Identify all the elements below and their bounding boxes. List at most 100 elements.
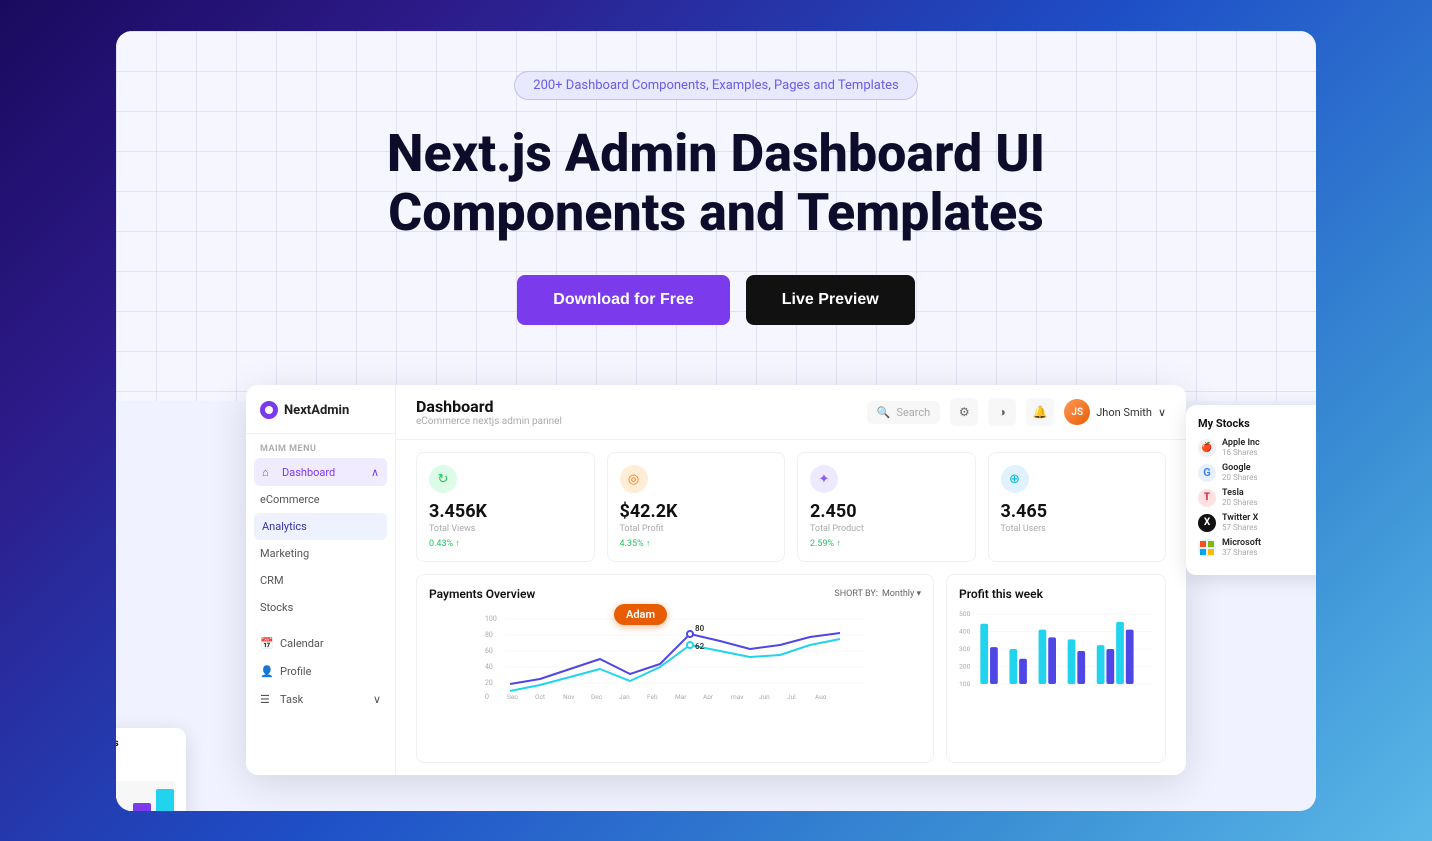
topbar: Dashboard eCommerce nextjs admin pannel … xyxy=(396,385,1186,440)
stock-item: Microsoft 37 Shares $410.50 -0.88% xyxy=(1198,538,1316,557)
shortby-select[interactable]: Monthly ▾ xyxy=(882,589,921,599)
sidebar-item-profile[interactable]: 👤 Profile xyxy=(246,657,395,685)
stat-change-profit: 4.35% ↑ xyxy=(620,538,773,549)
search-box[interactable]: 🔍 Search xyxy=(867,401,941,424)
preview-button[interactable]: Live Preview xyxy=(746,275,915,325)
svg-text:100: 100 xyxy=(959,680,971,688)
profit-bar-chart: 500 400 300 200 100 xyxy=(959,605,1153,695)
sidebar-item-stocks[interactable]: Stocks xyxy=(246,594,395,621)
svg-text:Sep: Sep xyxy=(507,693,518,699)
hero-title-line2: Components and Templates xyxy=(388,182,1044,243)
home-icon: ⌂ xyxy=(262,465,276,479)
chevron-down-icon: ∨ xyxy=(1158,406,1166,419)
chevron-up-icon: ∧ xyxy=(371,466,379,479)
svg-text:Jul: Jul xyxy=(787,693,796,699)
campaign-bar-bg xyxy=(116,781,176,811)
calendar-icon: 📅 xyxy=(260,636,274,650)
stocks-title: My Stocks Short by ▾ xyxy=(1198,417,1316,430)
stock-info-apple: Apple Inc 16 Shares xyxy=(1222,438,1316,457)
stats-row: ↻ 3.456K Total Views 0.43% ↑ ◎ $42.2K To… xyxy=(396,440,1186,574)
hero-buttons: Download for Free Live Preview xyxy=(136,275,1296,325)
stock-logo-microsoft xyxy=(1198,539,1216,557)
notification-icon-button[interactable]: 🔔 xyxy=(1026,398,1054,426)
stat-card-users: ⊕ 3.465 Total Users xyxy=(988,452,1167,562)
dashboard-wrapper: My Stocks Short by ▾ 🍎 Apple Inc 16 Shar… xyxy=(116,385,1316,810)
svg-text:40: 40 xyxy=(485,663,493,671)
stock-logo-tesla: T xyxy=(1198,489,1216,507)
stat-value-profit: $42.2K xyxy=(620,501,773,522)
profit-chart-title: Profit this week xyxy=(959,587,1153,601)
svg-text:Aug: Aug xyxy=(815,693,827,699)
stat-value-product: 2.450 xyxy=(810,501,963,522)
settings-icon-button[interactable]: ⚙ xyxy=(950,398,978,426)
download-button[interactable]: Download for Free xyxy=(517,275,729,325)
stock-item: 🍎 Apple Inc 16 Shares $410.50 -0.40% xyxy=(1198,438,1316,457)
sidebar-item-marketing[interactable]: Marketing xyxy=(246,540,395,567)
stat-value-users: 3.465 xyxy=(1001,501,1154,522)
profit-icon: ◎ xyxy=(620,465,648,493)
stat-card-views: ↻ 3.456K Total Views 0.43% ↑ xyxy=(416,452,595,562)
topbar-title: Dashboard eCommerce nextjs admin pannel xyxy=(416,397,562,427)
payments-chart-title: Payments Overview xyxy=(429,587,535,601)
sidebar-item-calendar[interactable]: 📅 Calendar xyxy=(246,629,395,657)
stat-label-product: Total Product xyxy=(810,524,963,534)
stat-change-views: 0.43% ↑ xyxy=(429,538,582,549)
page-subtitle: eCommerce nextjs admin pannel xyxy=(416,416,562,427)
stat-card-product: ✦ 2.450 Total Product 2.59% ↑ xyxy=(797,452,976,562)
sidebar-item-dashboard-row: ⌂ Dashboard xyxy=(262,465,335,479)
search-icon: 🔍 xyxy=(877,406,891,419)
svg-text:Dec: Dec xyxy=(591,693,603,699)
stat-change-product: 2.59% ↑ xyxy=(810,538,963,549)
stock-logo-twitter: X xyxy=(1198,514,1216,532)
views-icon: ↻ xyxy=(429,465,457,493)
user-badge[interactable]: JS Jhon Smith ∨ xyxy=(1064,399,1166,425)
stat-label-profit: Total Profit xyxy=(620,524,773,534)
avatar: JS xyxy=(1064,399,1090,425)
svg-text:Jun: Jun xyxy=(759,693,770,699)
hero-section: 200+ Dashboard Components, Examples, Pag… xyxy=(116,31,1316,386)
sidebar-item-analytics[interactable]: Analytics xyxy=(254,513,387,540)
sidebar-logo-text: NextAdmin xyxy=(284,403,349,418)
svg-text:Nov: Nov xyxy=(563,693,575,699)
sidebar-item-ecommerce[interactable]: eCommerce xyxy=(246,486,395,513)
campaign-subtitle: Analytics of visitor xyxy=(116,749,176,758)
stock-info-twitter: Twitter X 57 Shares xyxy=(1222,513,1316,532)
theme-icon-button[interactable]: ◑ xyxy=(988,398,1016,426)
sidebar-logo: NextAdmin xyxy=(246,401,395,434)
svg-text:0: 0 xyxy=(485,693,489,699)
svg-text:may: may xyxy=(731,693,743,699)
sidebar-item-crm[interactable]: CRM xyxy=(246,567,395,594)
user-name: Jhon Smith xyxy=(1096,406,1152,419)
svg-text:Apr: Apr xyxy=(703,693,714,699)
product-icon: ✦ xyxy=(810,465,838,493)
svg-text:100: 100 xyxy=(485,615,497,623)
svg-text:Mar: Mar xyxy=(675,693,687,699)
campaign-bar xyxy=(156,789,174,811)
sidebar: NextAdmin MAIM MENU ⌂ Dashboard ∧ eComme… xyxy=(246,385,396,775)
shortby-row: SHORT BY: Monthly ▾ xyxy=(834,589,921,599)
stock-item: T Tesla 20 Shares $410.50 -0.88% xyxy=(1198,488,1316,507)
stat-value-views: 3.456K xyxy=(429,501,582,522)
profile-icon: 👤 xyxy=(260,664,274,678)
task-icon: ☰ xyxy=(260,692,274,706)
stocks-title-text: My Stocks xyxy=(1198,417,1250,430)
search-placeholder: Search xyxy=(896,406,930,419)
svg-text:500: 500 xyxy=(959,610,971,618)
topbar-right: 🔍 Search ⚙ ◑ 🔔 JS Jhon Smith ∨ xyxy=(867,398,1166,426)
page-title: Dashboard xyxy=(416,397,562,416)
svg-text:80: 80 xyxy=(485,631,493,639)
charts-row: Payments Overview SHORT BY: Monthly ▾ 10… xyxy=(396,574,1186,775)
svg-text:300: 300 xyxy=(959,645,971,653)
stat-label-users: Total Users xyxy=(1001,524,1154,534)
svg-text:Jan: Jan xyxy=(619,693,630,699)
stock-info-google: Google 20 Shares xyxy=(1222,463,1316,482)
hero-badge: 200+ Dashboard Components, Examples, Pag… xyxy=(514,71,917,100)
stock-item: G Google 20 Shares $410.50 -0.88% xyxy=(1198,463,1316,482)
sidebar-item-dashboard[interactable]: ⌂ Dashboard ∧ xyxy=(254,458,387,486)
stat-card-profit: ◎ $42.2K Total Profit 4.35% ↑ xyxy=(607,452,786,562)
svg-text:80: 80 xyxy=(695,624,705,633)
campaign-value: 800 xyxy=(116,764,176,777)
sidebar-item-task[interactable]: ☰ Task ∨ xyxy=(246,685,395,713)
campaign-bar xyxy=(133,803,151,811)
svg-text:Oct: Oct xyxy=(535,693,545,699)
